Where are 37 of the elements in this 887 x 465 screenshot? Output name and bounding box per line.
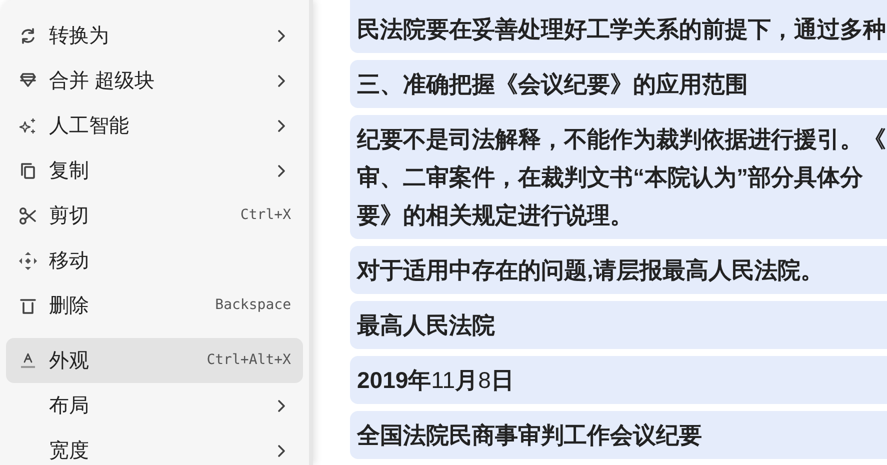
menu-item-label: 转换为 bbox=[49, 24, 110, 48]
paragraph-line: 审、二审案件，在裁判文书“本院认为”部分具体分 bbox=[357, 163, 864, 192]
menu-item-label: 人工智能 bbox=[49, 114, 130, 138]
sparkle-icon bbox=[18, 116, 38, 136]
paragraph-line: 最高人民法院 bbox=[357, 311, 496, 340]
menu-item-label: 外观 bbox=[49, 348, 90, 374]
menu-item[interactable]: 转换为 bbox=[6, 13, 303, 58]
paragraph-line: 民法院要在妥善处理好工学关系的前提下，通过多种 bbox=[357, 15, 887, 44]
shortcut-text: Backspace bbox=[215, 296, 291, 315]
menu-item[interactable]: 外观 Ctrl+Alt+X bbox=[6, 338, 303, 383]
menu-item-label: 宽度 bbox=[49, 438, 90, 464]
paragraph-line: 要》的相关规定进行说理。 bbox=[357, 201, 634, 230]
move-icon bbox=[18, 250, 38, 270]
paragraph-line: 三、准确把握《会议纪要》的应用范围 bbox=[357, 70, 749, 99]
menu-item-label: 复制 bbox=[49, 158, 90, 184]
menu-item-label: 合并 超级块 bbox=[49, 68, 156, 94]
menu-item-label: 删除 bbox=[49, 294, 90, 318]
paragraph-line: 纪要不是司法解释，不能作为裁判依据进行援引。《 bbox=[357, 125, 887, 154]
menu-item-label: 移动 bbox=[49, 248, 90, 274]
menu-item[interactable]: 剪切 Ctrl+X bbox=[6, 193, 303, 238]
menu-item[interactable]: 移动 bbox=[6, 238, 303, 283]
scissors-icon bbox=[18, 206, 38, 226]
menu-item[interactable]: 布局 bbox=[6, 383, 303, 428]
shortcut-text: Ctrl+Alt+X bbox=[206, 351, 291, 370]
paragraph-line: 全国法院民商事审判工作会议纪要 bbox=[357, 421, 703, 450]
menu-item[interactable]: 合并 超级块 bbox=[6, 58, 303, 103]
menu-item[interactable]: 删除 Backspace bbox=[6, 283, 303, 328]
menu-item[interactable]: 复制 bbox=[6, 148, 303, 193]
menu-item-label: 剪切 bbox=[49, 204, 90, 228]
paragraph-line: 对于适用中存在的问题,请层报最高人民法院。 bbox=[357, 256, 824, 285]
menu-item[interactable]: 宽度 bbox=[6, 428, 303, 465]
menu-item[interactable]: 人工智能 bbox=[6, 103, 303, 148]
paragraph-line: 2019年11月8日 bbox=[357, 366, 515, 395]
menu-item-label: 布局 bbox=[49, 394, 90, 418]
text-underline-icon bbox=[18, 350, 38, 370]
shortcut-text: Ctrl+X bbox=[240, 206, 291, 225]
copy-icon bbox=[18, 160, 38, 180]
